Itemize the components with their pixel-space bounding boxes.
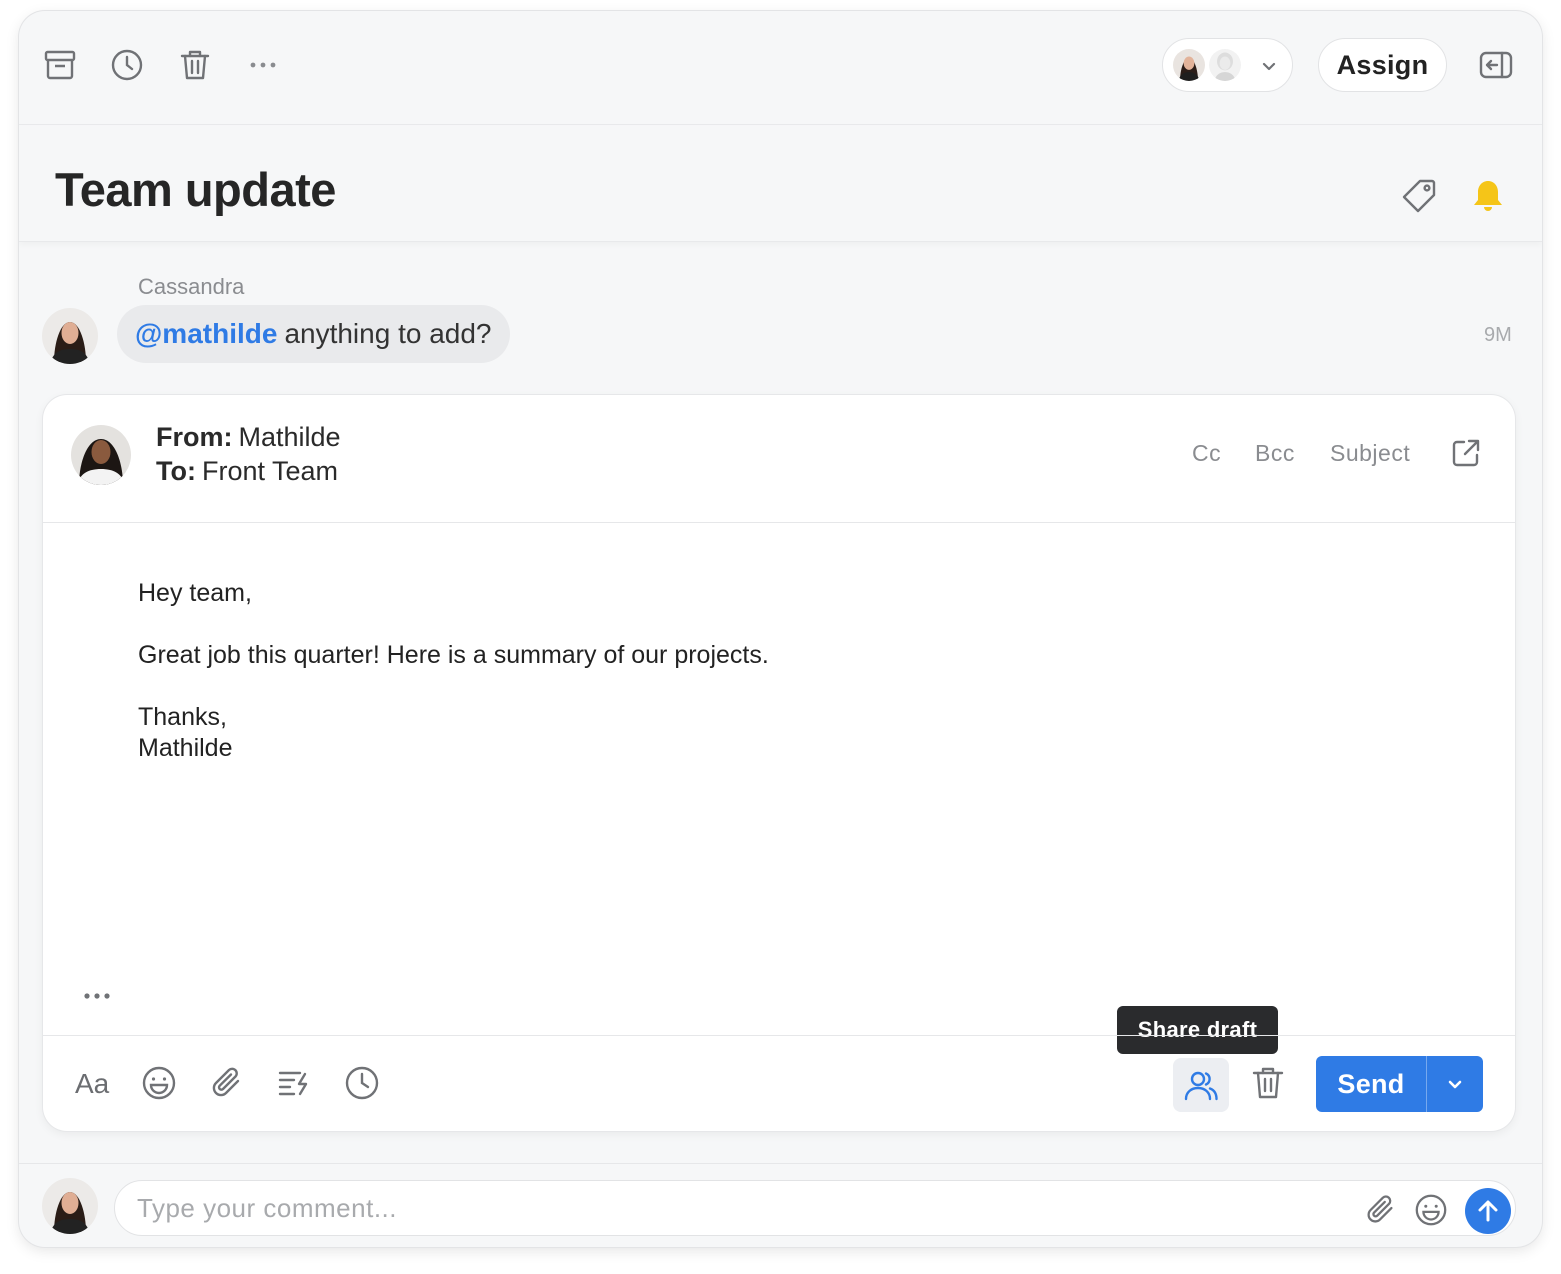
schedule-send-icon[interactable] bbox=[343, 1064, 381, 1102]
bcc-button[interactable]: Bcc bbox=[1255, 440, 1295, 467]
tag-icon[interactable] bbox=[1400, 177, 1438, 215]
format-text-button[interactable]: Aa bbox=[75, 1068, 109, 1100]
mention-link[interactable]: @mathilde bbox=[135, 318, 277, 350]
comment-timestamp: 9M bbox=[1484, 324, 1512, 346]
emoji-icon[interactable] bbox=[140, 1064, 178, 1102]
avatar bbox=[42, 1178, 98, 1234]
more-icon[interactable] bbox=[245, 47, 281, 83]
bell-icon[interactable] bbox=[1469, 177, 1507, 215]
exit-conversation-icon[interactable] bbox=[1478, 47, 1514, 83]
trash-icon[interactable] bbox=[177, 47, 213, 83]
popout-icon[interactable] bbox=[1450, 437, 1482, 469]
avatar bbox=[1207, 47, 1243, 83]
draft-reply: From: Mathilde To: Front Team Cc Bcc Subje… bbox=[43, 395, 1515, 1131]
arrow-up-icon bbox=[1478, 1200, 1498, 1222]
avatar bbox=[71, 425, 131, 485]
draft-header: From: Mathilde To: Front Team Cc Bcc Subje… bbox=[43, 395, 1515, 523]
body-signoff[interactable]: Thanks, bbox=[138, 703, 227, 732]
attachment-icon[interactable] bbox=[1363, 1192, 1399, 1228]
comment-input[interactable] bbox=[114, 1180, 1516, 1236]
body-greeting[interactable]: Hey team, bbox=[138, 579, 252, 608]
from-line: From: Mathilde bbox=[156, 422, 341, 452]
post-comment-button[interactable] bbox=[1465, 1188, 1511, 1234]
top-toolbar: Assign bbox=[19, 11, 1542, 125]
subject-button[interactable]: Subject bbox=[1330, 440, 1410, 467]
archive-icon[interactable] bbox=[42, 47, 78, 83]
conversation-window: Assign Team update Cassandra @mathilde a… bbox=[19, 11, 1542, 1247]
share-draft-button[interactable] bbox=[1173, 1058, 1229, 1112]
draft-footer: Aa Send bbox=[43, 1035, 1515, 1131]
send-button[interactable]: Send bbox=[1316, 1056, 1426, 1112]
comment-author: Cassandra bbox=[138, 274, 245, 299]
assignee-selector[interactable] bbox=[1162, 38, 1293, 92]
snippets-icon[interactable] bbox=[275, 1064, 313, 1102]
share-users-icon bbox=[1184, 1071, 1218, 1101]
chevron-down-icon bbox=[1448, 1080, 1462, 1089]
body-signature[interactable]: Mathilde bbox=[138, 734, 233, 763]
send-options-button[interactable] bbox=[1427, 1056, 1483, 1112]
comment-composer bbox=[19, 1163, 1542, 1247]
comment-text: anything to add? bbox=[284, 318, 492, 349]
assign-button[interactable]: Assign bbox=[1318, 38, 1447, 92]
conversation-header: Team update bbox=[19, 126, 1542, 242]
clock-icon[interactable] bbox=[109, 47, 145, 83]
send-button-group: Send bbox=[1316, 1056, 1483, 1112]
avatar bbox=[42, 308, 98, 364]
cc-button[interactable]: Cc bbox=[1192, 440, 1221, 467]
discard-draft-icon[interactable] bbox=[1249, 1064, 1287, 1102]
attachment-icon[interactable] bbox=[208, 1064, 246, 1102]
page-title: Team update bbox=[55, 163, 336, 216]
comment-bubble: @mathilde anything to add? bbox=[117, 305, 510, 363]
body-line[interactable]: Great job this quarter! Here is a summar… bbox=[138, 641, 769, 670]
show-more-icon[interactable] bbox=[83, 989, 113, 1003]
to-line: To: Front Team bbox=[156, 456, 339, 486]
to-value[interactable]: Front Team bbox=[202, 456, 338, 486]
avatar bbox=[1171, 47, 1207, 83]
from-value[interactable]: Mathilde bbox=[239, 422, 341, 452]
chevron-down-icon bbox=[1262, 62, 1276, 71]
emoji-icon[interactable] bbox=[1413, 1192, 1449, 1228]
